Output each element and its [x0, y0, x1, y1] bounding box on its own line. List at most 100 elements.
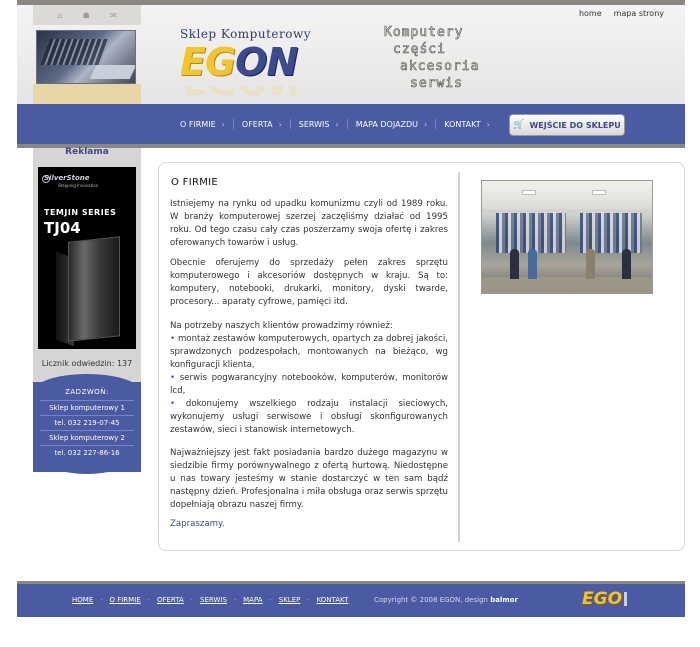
- logo-yellow: EG: [180, 40, 236, 84]
- tagline-1: Komputery: [384, 25, 464, 41]
- ad-heading: Reklama: [65, 147, 109, 157]
- bullet-icon: •: [170, 399, 186, 409]
- cart-icon: 🛒: [513, 120, 525, 130]
- logo-blue: ON: [235, 40, 298, 84]
- copyright-text: Copyright © 2008 EGON, design: [374, 596, 488, 604]
- nav-item-o-firmie[interactable]: O FIRMIE ›: [172, 120, 233, 129]
- person-shape: [586, 249, 595, 279]
- ad-banner[interactable]: SilverStone Stepping Innovation TEMJIN S…: [38, 167, 136, 349]
- logo-reflection: EGON: [180, 86, 297, 102]
- shop-entry-button[interactable]: 🛒 WEJŚCIE DO SKLEPU: [509, 114, 625, 136]
- chevron-right-icon: ›: [335, 119, 339, 129]
- footer-link-mapa[interactable]: MAPA: [243, 596, 262, 604]
- paragraph-offer: Obecnie oferujemy do sprzedaży pełen zak…: [170, 258, 448, 307]
- nav-item-serwis[interactable]: SERWIS ›: [291, 120, 347, 129]
- footer-separator: ·: [269, 596, 272, 604]
- chevron-right-icon: ›: [424, 119, 428, 129]
- chevron-right-icon: ›: [278, 119, 282, 129]
- footer-link-kontakt[interactable]: KONTAKT: [317, 596, 349, 604]
- footer-separator: ·: [147, 596, 150, 604]
- person-shape: [528, 249, 537, 279]
- footer-separator: ·: [307, 596, 310, 604]
- ceiling-shape: [482, 181, 652, 209]
- keyboard-shape: [40, 39, 110, 65]
- nav-item-label: O FIRMIE: [180, 119, 216, 129]
- nav-item-label: OFERTA: [241, 119, 273, 129]
- top-link-home[interactable]: home: [579, 9, 602, 18]
- ad-model: TJ04: [44, 219, 81, 237]
- footer-separator: ·: [100, 596, 103, 604]
- footer-logo: EGO: [582, 589, 628, 609]
- page-title: O FIRMIE: [171, 177, 218, 188]
- content-divider: [458, 172, 460, 542]
- pc-case-image: [68, 236, 120, 342]
- tagline-2: części: [393, 42, 446, 58]
- logo-caption: Sklep Komputerowy: [180, 27, 312, 41]
- call-shop-2: Sklep komputerowy 2: [49, 434, 125, 442]
- shop-entry-label: WEJŚCIE DO SKLEPU: [529, 120, 621, 130]
- tagline-4: serwis: [410, 76, 463, 92]
- call-divider: [40, 430, 134, 431]
- visit-counter: Licznik odwiedzin: 137: [41, 359, 133, 368]
- home-icon[interactable]: ⌂: [57, 11, 62, 20]
- tagline-3: akcesoria: [400, 59, 480, 75]
- nav-item-mapa-dojazdu[interactable]: MAPA DOJAZDU ›: [348, 120, 436, 129]
- paragraph-warehouse: Najważniejszy jest fakt posiadania bardz…: [170, 448, 448, 510]
- bullet-icon: •: [170, 334, 178, 344]
- person-shape: [622, 249, 631, 279]
- call-title: ZADZWOŃ:: [65, 388, 109, 396]
- ad-series: TEMJIN SERIES: [44, 208, 117, 217]
- laptop-shape: [89, 65, 135, 79]
- call-phone-2: tel. 032 227-86-16: [54, 449, 120, 457]
- footer-separator: ·: [233, 596, 237, 604]
- lamp-shape: [522, 190, 536, 195]
- footer-logo-text: EGO: [582, 589, 623, 609]
- top-links: home mapa strony: [579, 9, 664, 18]
- paragraph-history: Istniejemy na rynku od upadku komunizmu …: [170, 199, 448, 248]
- logo[interactable]: EGON: [180, 40, 298, 84]
- logo-reflection-blue: ON: [235, 86, 297, 102]
- lamp-shape: [592, 190, 606, 195]
- call-divider: [40, 445, 134, 446]
- footer-link-serwis[interactable]: SERWIS: [200, 596, 227, 604]
- nav-item-oferta[interactable]: OFERTA ›: [234, 120, 290, 129]
- call-divider: [40, 400, 134, 401]
- ad-brand: SilverStone: [44, 174, 90, 182]
- nav-items: O FIRMIE › OFERTA › SERWIS › MAPA DOJAZDU › …: [172, 104, 498, 144]
- logo-reflection-yellow: EG: [180, 86, 235, 102]
- list-item: • montaż zestawów komputerowych, opartyc…: [170, 333, 448, 372]
- nav-item-kontakt[interactable]: KONTAKT ›: [436, 120, 498, 129]
- footer-logo-bar: [624, 592, 628, 606]
- list-item-text: montaż zestawów komputerowych, opartych …: [170, 334, 448, 370]
- chevron-right-icon: ›: [486, 119, 490, 129]
- shelf-shape: [580, 213, 642, 253]
- mail-icon[interactable]: ✉: [110, 11, 117, 20]
- shelf-shape: [496, 213, 566, 253]
- footer-link-oferta[interactable]: OFERTA: [157, 596, 184, 604]
- call-phone-1: tel. 032 219-07-45: [54, 419, 120, 427]
- list-item: • serwis pogwarancyjny notebooków, kompu…: [170, 372, 448, 398]
- shop-interior-photo: [481, 180, 653, 294]
- nav-item-label: SERWIS: [298, 119, 330, 129]
- bullet-icon: •: [170, 373, 180, 383]
- top-link-sitemap[interactable]: mapa strony: [614, 9, 664, 18]
- closing-text: Zapraszamy.: [170, 519, 225, 529]
- nav-item-label: MAPA DOJAZDU: [355, 119, 419, 129]
- person-shape: [510, 249, 519, 279]
- chevron-right-icon: ›: [221, 119, 225, 129]
- designer-name[interactable]: balmor: [490, 596, 518, 604]
- left-icon-bar: ⌂ ☗ ✉: [33, 5, 141, 25]
- footer-link-home[interactable]: HOME: [72, 596, 93, 604]
- copyright: Copyright © 2008 EGON, design balmor: [374, 596, 518, 604]
- nav-item-label: KONTAKT: [444, 119, 481, 129]
- call-divider: [40, 415, 134, 416]
- list-item: • dokonujemy wszelkiego rodzaju instalac…: [170, 398, 448, 437]
- header-laptop-photo: [36, 30, 136, 84]
- sitemap-icon[interactable]: ☗: [83, 11, 90, 20]
- footer-separator: ·: [190, 596, 194, 604]
- footer-link-sklep[interactable]: SKLEP: [279, 596, 301, 604]
- footer-link-o-firmie[interactable]: O FIRMIE: [109, 596, 140, 604]
- counter-shape: [482, 277, 652, 293]
- footer-links: HOME · O FIRMIE · OFERTA · SERWIS · MAPA · SK…: [72, 596, 348, 604]
- list-item-text: dokonujemy wszelkiego rodzaju instalacji…: [170, 399, 448, 435]
